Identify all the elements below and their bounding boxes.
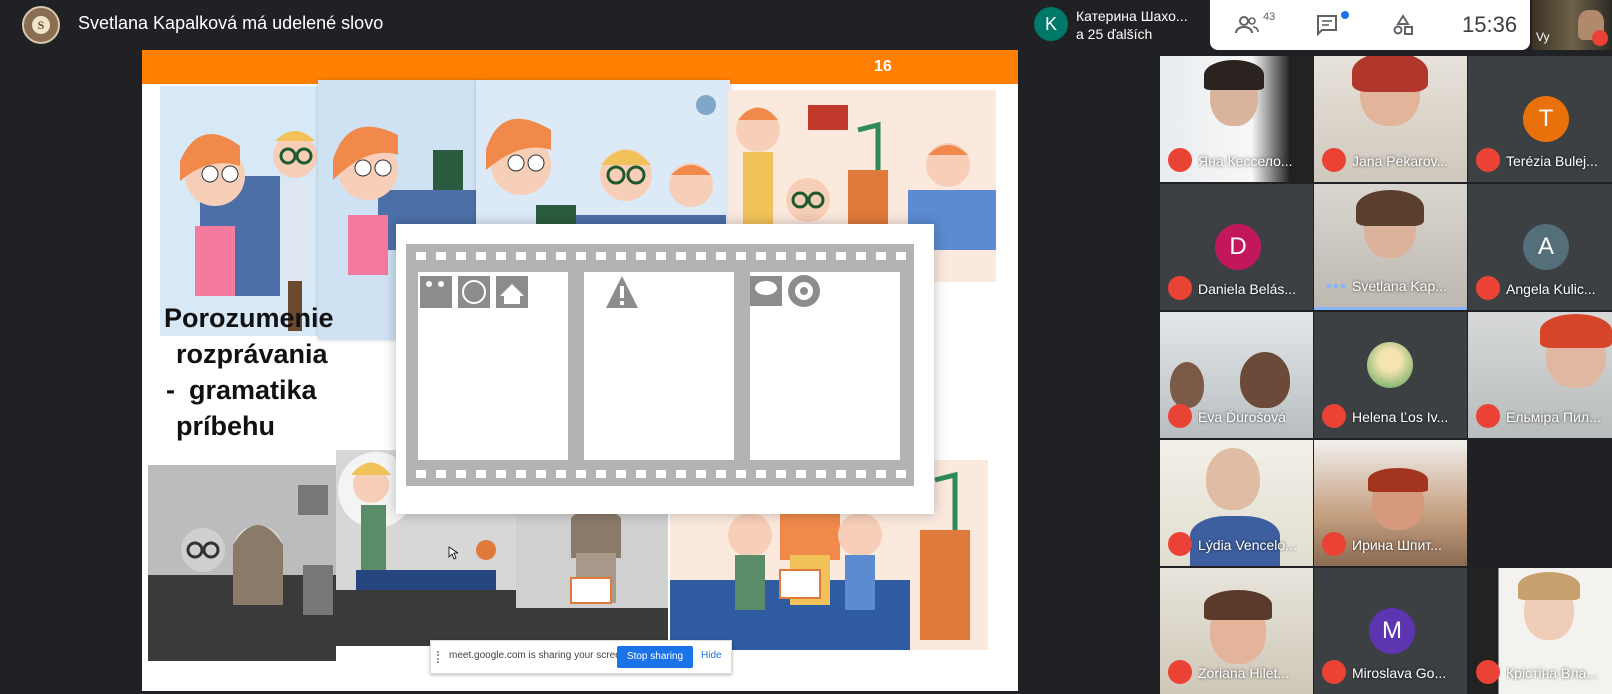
slide-bullet-row: - gramatika bbox=[164, 372, 334, 408]
drag-handle-icon[interactable] bbox=[437, 651, 443, 663]
mic-off-icon bbox=[1322, 532, 1346, 556]
participant-name: Angela Kulic... bbox=[1506, 281, 1596, 297]
slide-title-line1: Porozumenie bbox=[164, 303, 334, 333]
participant-hair bbox=[1352, 56, 1428, 92]
illustration-panel-5 bbox=[148, 465, 336, 661]
participant-name: Zoriana Hilet... bbox=[1198, 665, 1290, 681]
participant-name: Helena Ľos Iv... bbox=[1352, 409, 1449, 425]
participant-tile[interactable]: D Daniela Belás... bbox=[1160, 184, 1313, 310]
mic-off-icon bbox=[1322, 148, 1346, 172]
speaking-indicator-icon bbox=[1326, 283, 1346, 289]
participant-hair bbox=[1540, 314, 1612, 348]
participant-name: Ирина Шпит... bbox=[1352, 537, 1442, 553]
participant-tile[interactable]: Jana Pekarov... bbox=[1314, 56, 1467, 182]
participant-name: Яна Кессело... bbox=[1198, 153, 1293, 169]
self-mic-off-icon bbox=[1592, 30, 1608, 46]
self-view-tile[interactable]: Vy bbox=[1532, 0, 1612, 50]
illustration-panel-1 bbox=[160, 86, 326, 336]
participant-tile[interactable]: Zoriana Hilet... bbox=[1160, 568, 1313, 694]
stop-sharing-button[interactable]: Stop sharing bbox=[617, 646, 693, 668]
activities-icon[interactable] bbox=[1390, 12, 1416, 38]
participant-name: Lýdia Vencelo... bbox=[1198, 537, 1297, 553]
participant-avatar: D bbox=[1215, 224, 1261, 270]
slide-title-line3: gramatika bbox=[189, 375, 317, 405]
mic-off-icon bbox=[1168, 532, 1192, 556]
mic-off-icon bbox=[1168, 404, 1192, 428]
participant-tile[interactable]: Ельміра Пил... bbox=[1468, 312, 1612, 438]
participant-name: Svetlana Kap... bbox=[1352, 278, 1447, 294]
participant-grid: Яна Кессело... Jana Pekarov... T Terézia… bbox=[1160, 56, 1612, 694]
participant-hair bbox=[1356, 190, 1424, 226]
slide-title-line4: príbehu bbox=[176, 411, 275, 441]
mic-off-icon bbox=[1476, 276, 1500, 300]
self-label: Vy bbox=[1536, 30, 1550, 44]
participant-tile[interactable]: Lýdia Vencelo... bbox=[1160, 440, 1313, 566]
participant-name: Eva Ďurošová bbox=[1198, 409, 1286, 425]
people-icon[interactable] bbox=[1234, 12, 1260, 38]
participant-photo-avatar bbox=[1367, 342, 1413, 388]
slide-page-number: 16 bbox=[874, 58, 892, 75]
mic-off-icon bbox=[1476, 660, 1500, 684]
chat-icon[interactable] bbox=[1314, 12, 1340, 38]
logo-emblem: S bbox=[32, 16, 50, 34]
participant-tile[interactable]: A Angela Kulic... bbox=[1468, 184, 1612, 310]
participant-tile[interactable]: T Terézia Bulej... bbox=[1468, 56, 1612, 182]
participant-face bbox=[1206, 448, 1260, 510]
mic-off-icon bbox=[1168, 276, 1192, 300]
participant-face bbox=[1170, 362, 1204, 408]
participant-name: Ельміра Пил... bbox=[1506, 409, 1601, 425]
participant-tile[interactable]: Eva Ďurošová bbox=[1160, 312, 1313, 438]
participant-tile[interactable]: Ирина Шпит... bbox=[1314, 440, 1467, 566]
participant-name: Miroslava Go... bbox=[1352, 665, 1447, 681]
slide-title-block: Porozumenie rozprávania - gramatika príb… bbox=[164, 300, 334, 444]
screen-share-bar: meet.google.com is sharing your screen. … bbox=[430, 640, 732, 674]
bullet-dash: - bbox=[166, 375, 175, 405]
mic-off-icon bbox=[1476, 404, 1500, 428]
participant-face bbox=[1240, 352, 1290, 408]
participant-name: Jana Pekarov... bbox=[1352, 153, 1449, 169]
mic-off-icon bbox=[1168, 660, 1192, 684]
participant-avatar: A bbox=[1523, 224, 1569, 270]
slide-title-line2: rozprávania bbox=[176, 339, 328, 369]
illustration-panel-7 bbox=[516, 498, 668, 646]
owner-avatar: K bbox=[1034, 7, 1068, 41]
mic-off-icon bbox=[1322, 404, 1346, 428]
people-count: 43 bbox=[1263, 11, 1276, 23]
owner-line1: Катерина Шахо... bbox=[1076, 8, 1188, 24]
shared-slide: 16 Porozumenie rozprávania - gramatika p… bbox=[142, 50, 1018, 691]
participant-hair bbox=[1368, 468, 1428, 492]
mic-off-icon bbox=[1476, 148, 1500, 172]
participant-hair bbox=[1204, 590, 1272, 620]
presenter-logo: S bbox=[22, 6, 60, 44]
participant-tile[interactable]: Helena Ľos Iv... bbox=[1314, 312, 1467, 438]
presenter-text: Svetlana Kapalková má udelené slovo bbox=[78, 13, 384, 33]
mic-off-icon bbox=[1168, 148, 1192, 172]
mic-off-icon bbox=[1322, 660, 1346, 684]
participant-name: Крістіна Вла... bbox=[1506, 665, 1598, 681]
participant-avatar: T bbox=[1523, 96, 1569, 142]
owner-line2: a 25 ďalších bbox=[1076, 26, 1153, 42]
filmstrip-card bbox=[396, 224, 934, 514]
chat-unread-dot bbox=[1341, 11, 1349, 19]
participant-tile-speaking[interactable]: Svetlana Kap... bbox=[1314, 184, 1467, 310]
hide-share-bar-button[interactable]: Hide bbox=[701, 650, 722, 661]
owner-names: Катерина Шахо... a 25 ďalších bbox=[1076, 7, 1188, 43]
participant-name: Daniela Belás... bbox=[1198, 281, 1297, 297]
participant-tile[interactable]: M Miroslava Go... bbox=[1314, 568, 1467, 694]
participant-name: Terézia Bulej... bbox=[1506, 153, 1598, 169]
illustration-panel-3 bbox=[476, 80, 730, 230]
participant-tile[interactable]: Крістіна Вла... bbox=[1468, 568, 1612, 694]
participant-tile[interactable]: Яна Кессело... bbox=[1160, 56, 1313, 182]
participant-hair bbox=[1204, 60, 1264, 90]
participant-avatar: M bbox=[1369, 608, 1415, 654]
meeting-clock: 15:36 bbox=[1462, 12, 1518, 37]
mouse-cursor-icon bbox=[448, 546, 458, 560]
participant-hair bbox=[1518, 572, 1580, 600]
share-status-text: meet.google.com is sharing your screen. bbox=[449, 650, 630, 661]
